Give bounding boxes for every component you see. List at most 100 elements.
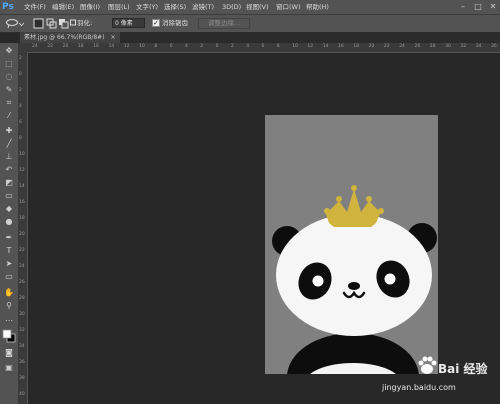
antialias-label: 消除锯齿 [162,19,188,27]
crop-tool-icon[interactable]: ⌗ [3,98,15,108]
minimize-button[interactable]: – [456,0,470,14]
refine-edge-button[interactable]: 调整边缘... [198,18,250,29]
history-brush-icon[interactable]: ↶ [3,165,15,175]
ruler-left-tick: 32 [19,328,25,333]
hand-tool-icon[interactable]: ✋ [3,288,15,298]
pen-tool-icon[interactable]: ✒ [3,233,15,243]
ruler-left-tick: 12 [19,168,25,173]
ruler-top-tick: 32 [460,44,467,49]
menu-select[interactable]: 选择(S) [164,0,186,14]
menu-file[interactable]: 文件(F) [24,0,46,14]
ruler-top-tick: 10 [139,44,145,49]
ruler-top-tick: 24 [32,44,38,49]
more-tools-icon[interactable]: … [3,314,15,324]
ruler-top-tick: 14 [322,44,329,49]
photoshop-logo: Ps [2,2,14,12]
menu-filter[interactable]: 滤镜(T) [192,0,214,14]
ruler-top-tick: 24 [399,44,405,49]
ruler-top-tick: 0 [215,44,219,49]
ruler-top-tick: 20 [62,44,69,49]
intersect-selection-icon[interactable] [70,18,76,29]
menu-view[interactable]: 视图(V) [246,0,269,14]
close-button[interactable]: ✕ [486,0,500,14]
color-swatches-icon[interactable] [2,329,16,343]
canvas-image[interactable] [265,115,438,374]
baidu-paw-icon [418,356,437,374]
ruler-top-tick: 8 [154,44,158,49]
ruler-left-tick: 20 [19,232,25,237]
ruler-left-tick: 16 [19,200,25,205]
ruler-top-tick: 6 [169,44,173,49]
ruler-top-tick: 36 [491,44,497,49]
antialias-checkbox[interactable]: ✓ [152,19,160,27]
lasso-tool-icon[interactable]: ◌ [3,72,15,82]
menu-window[interactable]: 窗口(W) [276,0,301,14]
healing-brush-icon[interactable]: ✚ [3,126,15,136]
ruler-top: 24 22 20 18 16 14 12 10 8 6 4 2 0 2 4 6 8 10 12 14 16 18 20 22 2… [18,43,500,53]
eraser-tool-icon[interactable]: ◩ [3,178,15,188]
ruler-top-tick: 16 [338,44,344,49]
blur-tool-icon[interactable]: ◆ [3,204,15,214]
menu-edit[interactable]: 编辑(E) [52,0,74,14]
subtract-selection-icon[interactable] [58,18,69,29]
ruler-left-tick: 30 [19,312,25,317]
ruler-top-tick: 20 [368,44,375,49]
marquee-tool-icon[interactable]: ⬚ [3,59,15,69]
ruler-top-tick: 4 [185,44,188,49]
feather-input[interactable]: 0 像素 [112,18,145,28]
ruler-top-tick: 10 [292,44,298,49]
menu-type[interactable]: 文字(Y) [136,0,158,14]
eyedropper-tool-icon[interactable]: ⁄ [3,111,15,121]
move-tool-icon[interactable]: ✥ [3,46,15,56]
watermark-url: jingyan.baidu.com [382,383,456,392]
ruler-left-tick: 14 [19,184,25,189]
ruler-left-tick: 38 [19,376,25,381]
ruler-left-tick: 28 [19,296,25,301]
ruler-left-tick: 40 [19,392,25,397]
options-bar: 羽化: 0 像素 ✓ 消除锯齿 调整边缘... [0,14,500,33]
ruler-left-tick: 18 [19,216,25,221]
menu-help[interactable]: 帮助(H) [306,0,329,14]
gradient-tool-icon[interactable]: ▭ [3,191,15,201]
path-select-icon[interactable]: ➤ [3,259,15,269]
ruler-left-tick: 8 [19,136,22,141]
ruler-left-tick: 2 [19,56,22,61]
document-tab[interactable]: 素材.jpg @ 66.7%(RGB/8#) × [20,32,120,43]
feather-label: 羽化: [77,19,93,27]
ruler-top-tick: 18 [77,44,84,49]
tools-panel: ✥ ⬚ ◌ ✎ ⌗ ⁄ ✚ ╱ ⊥ ↶ ◩ ▭ ◆ ● ✒ T ➤ ▭ ✋ ⚲ … [0,43,19,404]
ruler-left-tick: 26 [19,280,25,285]
ruler-top-tick: 12 [307,44,314,49]
add-selection-icon[interactable] [46,18,57,29]
maximize-button[interactable]: □ [471,0,485,14]
ruler-left-tick: 0 [19,72,22,77]
new-selection-icon[interactable] [33,18,44,29]
ruler-top-tick: 22 [383,44,390,49]
type-tool-icon[interactable]: T [3,246,15,256]
screen-mode-icon[interactable]: ▣ [3,363,15,373]
menu-3d[interactable]: 3D(D) [222,0,241,14]
quick-mask-icon[interactable]: ◙ [3,348,15,358]
zoom-tool-icon[interactable]: ⚲ [3,301,15,311]
lasso-preset-icon[interactable] [5,18,25,29]
clone-stamp-icon[interactable]: ⊥ [3,152,15,162]
tab-close-icon[interactable]: × [110,34,115,41]
ruler-top-tick: 14 [108,44,115,49]
ruler-top-tick: 2 [230,44,234,49]
ruler-left-tick: 2 [19,88,22,93]
quick-select-tool-icon[interactable]: ✎ [3,85,15,95]
menu-image[interactable]: 图像(I) [80,0,100,14]
ruler-top-tick: 34 [475,44,482,49]
rectangle-tool-icon[interactable]: ▭ [3,272,15,282]
ruler-left-tick: 6 [19,120,22,125]
ruler-top-tick: 22 [47,44,54,49]
ruler-top-tick: 4 [246,44,250,49]
panda-illustration [265,115,438,374]
ruler-left-tick: 22 [19,248,25,253]
ruler-top-tick: 6 [261,44,265,49]
menu-layer[interactable]: 图层(L) [108,0,130,14]
brush-tool-icon[interactable]: ╱ [3,139,15,149]
ruler-top-tick: 12 [123,44,130,49]
ruler-top-tick: 26 [414,44,421,49]
dodge-tool-icon[interactable]: ● [3,217,15,227]
